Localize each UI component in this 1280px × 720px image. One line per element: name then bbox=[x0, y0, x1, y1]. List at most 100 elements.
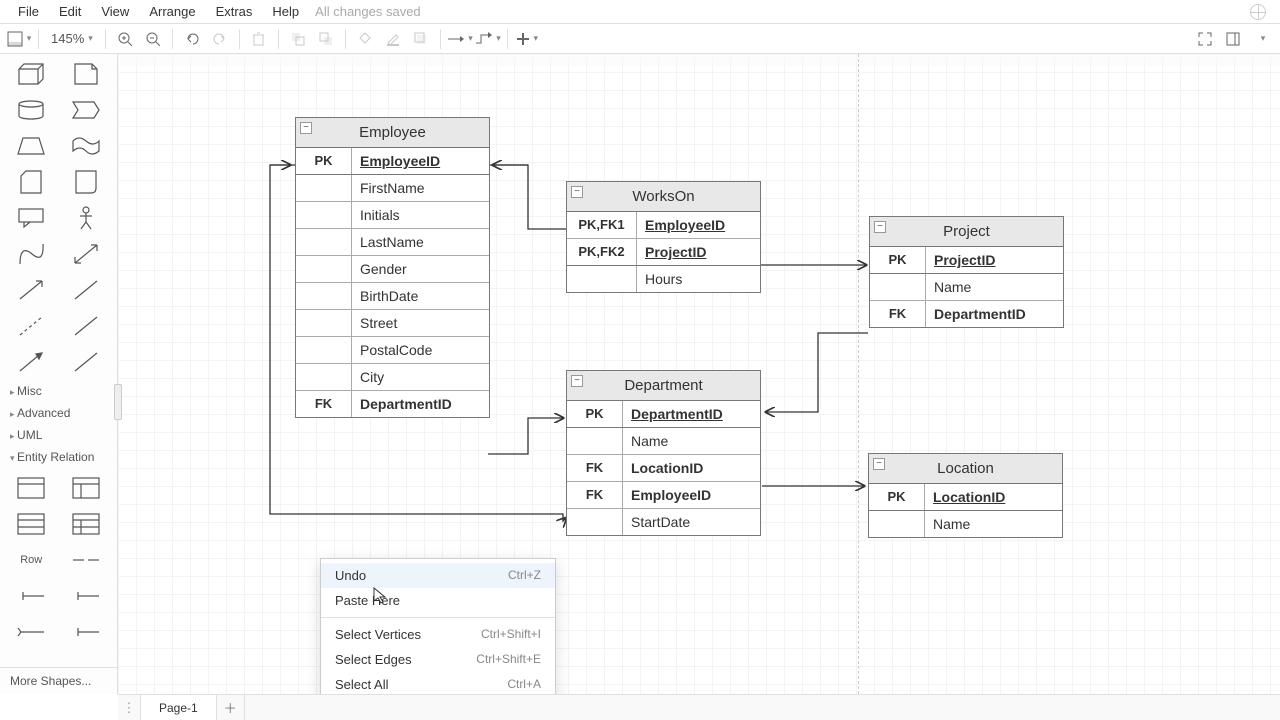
shape-cylinder[interactable] bbox=[8, 96, 55, 124]
ctx-select-vertices[interactable]: Select VerticesCtrl+Shift+I bbox=[321, 622, 555, 647]
table-row[interactable]: StartDate bbox=[567, 508, 760, 535]
ctx-undo[interactable]: UndoCtrl+Z bbox=[321, 563, 555, 588]
entity-location[interactable]: −Location PKLocationIDName bbox=[868, 453, 1063, 538]
tab-page-1[interactable]: Page-1 bbox=[140, 695, 217, 720]
ctx-select-edges[interactable]: Select EdgesCtrl+Shift+E bbox=[321, 647, 555, 672]
table-row[interactable]: LastName bbox=[296, 228, 489, 255]
redo-icon[interactable] bbox=[207, 27, 233, 51]
shape-actor[interactable] bbox=[63, 204, 110, 232]
category-entity-relation[interactable]: Entity Relation bbox=[0, 446, 117, 468]
table-row[interactable]: FKLocationID bbox=[567, 454, 760, 481]
line-color-icon[interactable] bbox=[380, 27, 406, 51]
menu-edit[interactable]: Edit bbox=[49, 2, 91, 21]
entity-project[interactable]: −Project PKProjectIDNameFKDepartmentID bbox=[869, 216, 1064, 328]
table-row[interactable]: FKDepartmentID bbox=[296, 390, 489, 417]
shape-curve[interactable] bbox=[8, 240, 55, 268]
shape-line-thin[interactable] bbox=[63, 276, 110, 304]
menu-arrange[interactable]: Arrange bbox=[139, 2, 205, 21]
er-table1[interactable] bbox=[8, 474, 55, 502]
menu-extras[interactable]: Extras bbox=[206, 2, 263, 21]
er-table4[interactable] bbox=[63, 510, 110, 538]
entity-workson[interactable]: −WorksOn PK,FK1EmployeeIDPK,FK2ProjectID… bbox=[566, 181, 761, 293]
page-view-icon[interactable]: ▾ bbox=[6, 27, 32, 51]
table-row[interactable]: Initials bbox=[296, 201, 489, 228]
canvas[interactable]: −Employee PKEmployeeIDFirstNameInitialsL… bbox=[118, 54, 1280, 694]
table-row[interactable]: BirthDate bbox=[296, 282, 489, 309]
shape-arrow[interactable] bbox=[8, 276, 55, 304]
shadow-icon[interactable] bbox=[408, 27, 434, 51]
shape-callout[interactable] bbox=[8, 204, 55, 232]
menu-help[interactable]: Help bbox=[262, 2, 309, 21]
tabs-menu-icon[interactable]: ⋮ bbox=[118, 695, 140, 720]
er-rel2[interactable] bbox=[8, 582, 55, 610]
category-advanced[interactable]: Advanced bbox=[0, 402, 117, 424]
table-row[interactable]: City bbox=[296, 363, 489, 390]
table-row[interactable]: FKEmployeeID bbox=[567, 481, 760, 508]
menu-file[interactable]: File bbox=[8, 2, 49, 21]
table-row[interactable]: PKDepartmentID bbox=[567, 401, 760, 427]
table-row[interactable]: Gender bbox=[296, 255, 489, 282]
ctx-paste-here[interactable]: Paste Here bbox=[321, 588, 555, 613]
table-row[interactable]: PK,FK1EmployeeID bbox=[567, 212, 760, 238]
shape-tape[interactable] bbox=[63, 132, 110, 160]
shape-line2[interactable] bbox=[63, 348, 110, 376]
table-row[interactable]: Name bbox=[567, 427, 760, 454]
er-rel5[interactable] bbox=[63, 618, 110, 646]
shape-dashed[interactable] bbox=[8, 312, 55, 340]
shape-line[interactable] bbox=[63, 312, 110, 340]
zoom-level[interactable]: 145%▾ bbox=[45, 31, 99, 46]
table-row[interactable]: FirstName bbox=[296, 174, 489, 201]
shape-page[interactable] bbox=[63, 168, 110, 196]
entity-employee[interactable]: −Employee PKEmployeeIDFirstNameInitialsL… bbox=[295, 117, 490, 418]
zoom-in-icon[interactable] bbox=[112, 27, 138, 51]
er-row-label[interactable]: Row bbox=[8, 546, 55, 574]
connection-icon[interactable]: ▾ bbox=[447, 27, 473, 51]
insert-icon[interactable]: ▾ bbox=[514, 27, 540, 51]
fill-color-icon[interactable] bbox=[352, 27, 378, 51]
collapse-icon[interactable]: − bbox=[571, 186, 583, 198]
delete-icon[interactable] bbox=[246, 27, 272, 51]
collapse-icon[interactable]: − bbox=[300, 122, 312, 134]
ctx-select-all[interactable]: Select AllCtrl+A bbox=[321, 672, 555, 694]
er-rel4[interactable] bbox=[8, 618, 55, 646]
er-table3[interactable] bbox=[8, 510, 55, 538]
collapse-right-icon[interactable]: ▾ bbox=[1248, 27, 1274, 51]
er-rel3[interactable] bbox=[63, 582, 110, 610]
zoom-out-icon[interactable] bbox=[140, 27, 166, 51]
table-row[interactable]: PostalCode bbox=[296, 336, 489, 363]
shape-cube[interactable] bbox=[8, 60, 55, 88]
table-row[interactable]: Name bbox=[869, 510, 1062, 537]
table-row[interactable]: PKLocationID bbox=[869, 484, 1062, 510]
collapse-icon[interactable]: − bbox=[873, 458, 885, 470]
shape-trapezoid[interactable] bbox=[8, 132, 55, 160]
sidebar-splitter[interactable] bbox=[114, 384, 122, 420]
table-row[interactable]: Hours bbox=[567, 265, 760, 292]
entity-department[interactable]: −Department PKDepartmentIDNameFKLocation… bbox=[566, 370, 761, 536]
undo-icon[interactable] bbox=[179, 27, 205, 51]
collapse-icon[interactable]: − bbox=[874, 221, 886, 233]
format-panel-icon[interactable] bbox=[1220, 27, 1246, 51]
language-icon[interactable] bbox=[1250, 4, 1266, 20]
collapse-icon[interactable]: − bbox=[571, 375, 583, 387]
er-rel1[interactable] bbox=[63, 546, 110, 574]
to-back-icon[interactable] bbox=[313, 27, 339, 51]
add-page-button[interactable]: ＋ bbox=[217, 695, 245, 720]
menu-view[interactable]: View bbox=[91, 2, 139, 21]
category-misc[interactable]: Misc bbox=[0, 380, 117, 402]
table-row[interactable]: PKProjectID bbox=[870, 247, 1063, 273]
shape-arrow-bi[interactable] bbox=[63, 240, 110, 268]
table-row[interactable]: PK,FK2ProjectID bbox=[567, 238, 760, 265]
shape-note[interactable] bbox=[63, 60, 110, 88]
more-shapes-button[interactable]: More Shapes... bbox=[0, 667, 117, 694]
shape-card[interactable] bbox=[8, 168, 55, 196]
table-row[interactable]: Street bbox=[296, 309, 489, 336]
fullscreen-icon[interactable] bbox=[1192, 27, 1218, 51]
table-row[interactable]: Name bbox=[870, 273, 1063, 300]
er-table2[interactable] bbox=[63, 474, 110, 502]
table-row[interactable]: FKDepartmentID bbox=[870, 300, 1063, 327]
waypoint-icon[interactable]: ▾ bbox=[475, 27, 501, 51]
to-front-icon[interactable] bbox=[285, 27, 311, 51]
shape-arrow-solid[interactable] bbox=[8, 348, 55, 376]
table-row[interactable]: PKEmployeeID bbox=[296, 148, 489, 174]
shape-step[interactable] bbox=[63, 96, 110, 124]
